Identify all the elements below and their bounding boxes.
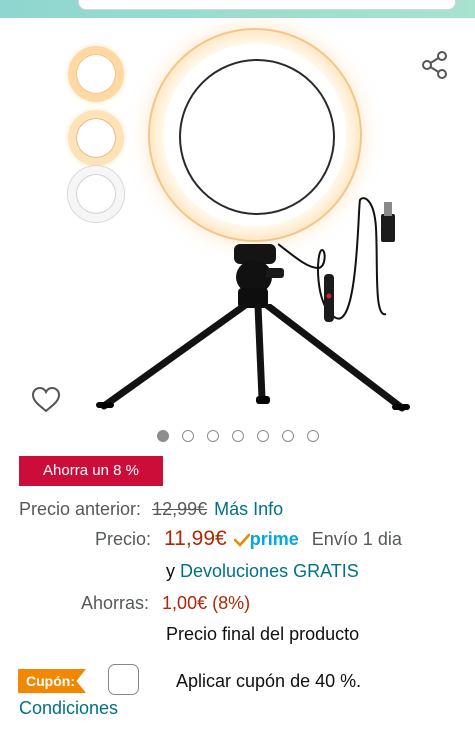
- price-row: Precio: 11,99€ prime Envío 1 dia: [95, 527, 402, 551]
- previous-price-row: Precio anterior: 12,99€ Más Info: [19, 497, 283, 521]
- search-box[interactable]: [78, 0, 456, 10]
- savings-row: Ahorras: 1,00€ (8%): [81, 591, 250, 615]
- prime-check-icon: [233, 533, 250, 548]
- cool-light-thumbnail: [68, 166, 124, 222]
- current-price: 11,99€: [164, 527, 227, 550]
- product-image-gallery[interactable]: [0, 18, 475, 428]
- share-icon[interactable]: [420, 50, 450, 80]
- heart-outline-icon[interactable]: [31, 386, 61, 414]
- page-dot[interactable]: [257, 430, 269, 442]
- page-dot[interactable]: [157, 430, 169, 442]
- page-dot[interactable]: [207, 430, 219, 442]
- shipping-text: Envío 1 dia: [311, 529, 402, 549]
- price-label: Precio:: [95, 529, 152, 549]
- coupon-conditions-link[interactable]: Condiciones: [19, 696, 118, 720]
- free-returns-link[interactable]: Devoluciones GRATIS: [180, 561, 359, 581]
- deal-badge: Ahorra un 8 %: [19, 456, 163, 486]
- previous-price-label: Precio anterior:: [19, 499, 142, 519]
- image-pagination-dots[interactable]: [157, 430, 319, 442]
- returns-row: y Devoluciones GRATIS: [166, 559, 359, 583]
- prime-logo-text: prime: [249, 529, 299, 549]
- warm-light-thumbnail: [68, 46, 124, 102]
- previous-price-value: 12,99€: [152, 499, 208, 519]
- more-info-link[interactable]: Más Info: [214, 499, 283, 519]
- usb-cable: [278, 197, 395, 322]
- returns-prefix: y: [166, 561, 175, 581]
- page-dot[interactable]: [182, 430, 194, 442]
- neutral-light-thumbnail: [68, 110, 124, 166]
- coupon-tag: Cupón:: [18, 669, 86, 693]
- savings-value: 1,00€ (8%): [162, 593, 251, 613]
- page-dot[interactable]: [307, 430, 319, 442]
- final-price-note: Precio final del producto: [166, 624, 360, 644]
- coupon-checkbox[interactable]: [108, 664, 139, 695]
- coupon-text: Aplicar cupón de 40 %.: [176, 671, 362, 691]
- page-dot[interactable]: [232, 430, 244, 442]
- page-dot[interactable]: [282, 430, 294, 442]
- savings-label: Ahorras:: [81, 593, 150, 613]
